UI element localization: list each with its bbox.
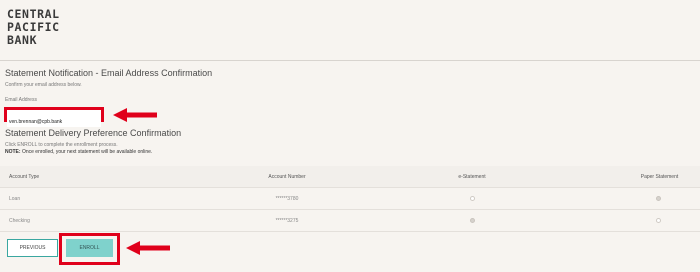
account-number-cell: ******3780: [275, 196, 299, 202]
enroll-button[interactable]: ENROLL: [66, 239, 113, 257]
note-text: Once enrolled, your next statement will …: [20, 149, 153, 155]
email-section-subtitle: Confirm your email address below.: [5, 82, 82, 88]
e-statement-radio[interactable]: [470, 218, 475, 223]
header-e-statement: e-Statement: [458, 174, 486, 180]
account-number-cell: ******3275: [275, 218, 299, 224]
red-arrow-left-icon: [113, 108, 157, 122]
account-type-cell: Checking: [9, 218, 30, 224]
delivery-instruction: Click ENROLL to complete the enrollment …: [5, 142, 118, 148]
email-section-title: Statement Notification - Email Address C…: [5, 68, 213, 78]
note-prefix: NOTE:: [5, 149, 21, 155]
delivery-note: NOTE: Once enrolled, your next statement…: [5, 149, 152, 155]
logo-line-3: BANK: [7, 33, 38, 47]
email-field-label: Email Address: [5, 97, 37, 103]
paper-statement-radio[interactable]: [656, 218, 661, 223]
table-header-row: Account Type Account Number e-Statement …: [0, 166, 700, 188]
header-paper-statement: Paper Statement: [640, 174, 679, 180]
email-field-highlight: [4, 107, 104, 127]
paper-statement-radio[interactable]: [656, 196, 661, 201]
account-type-cell: Loan: [9, 196, 21, 202]
table-row: Loan ******3780: [0, 188, 700, 210]
header-account-type: Account Type: [9, 174, 40, 180]
previous-button[interactable]: PREVIOUS: [7, 239, 58, 257]
accounts-table: Account Type Account Number e-Statement …: [0, 166, 700, 232]
email-field[interactable]: [7, 117, 101, 127]
bank-logo[interactable]: CENTRAL PACIFIC BANK: [7, 8, 60, 47]
page-header: CENTRAL PACIFIC BANK: [0, 0, 700, 61]
red-arrow-left-icon: [126, 241, 170, 255]
header-account-number: Account Number: [268, 174, 306, 180]
table-row: Checking ******3275: [0, 210, 700, 232]
delivery-section-title: Statement Delivery Preference Confirmati…: [5, 128, 182, 138]
e-statement-radio[interactable]: [470, 196, 475, 201]
